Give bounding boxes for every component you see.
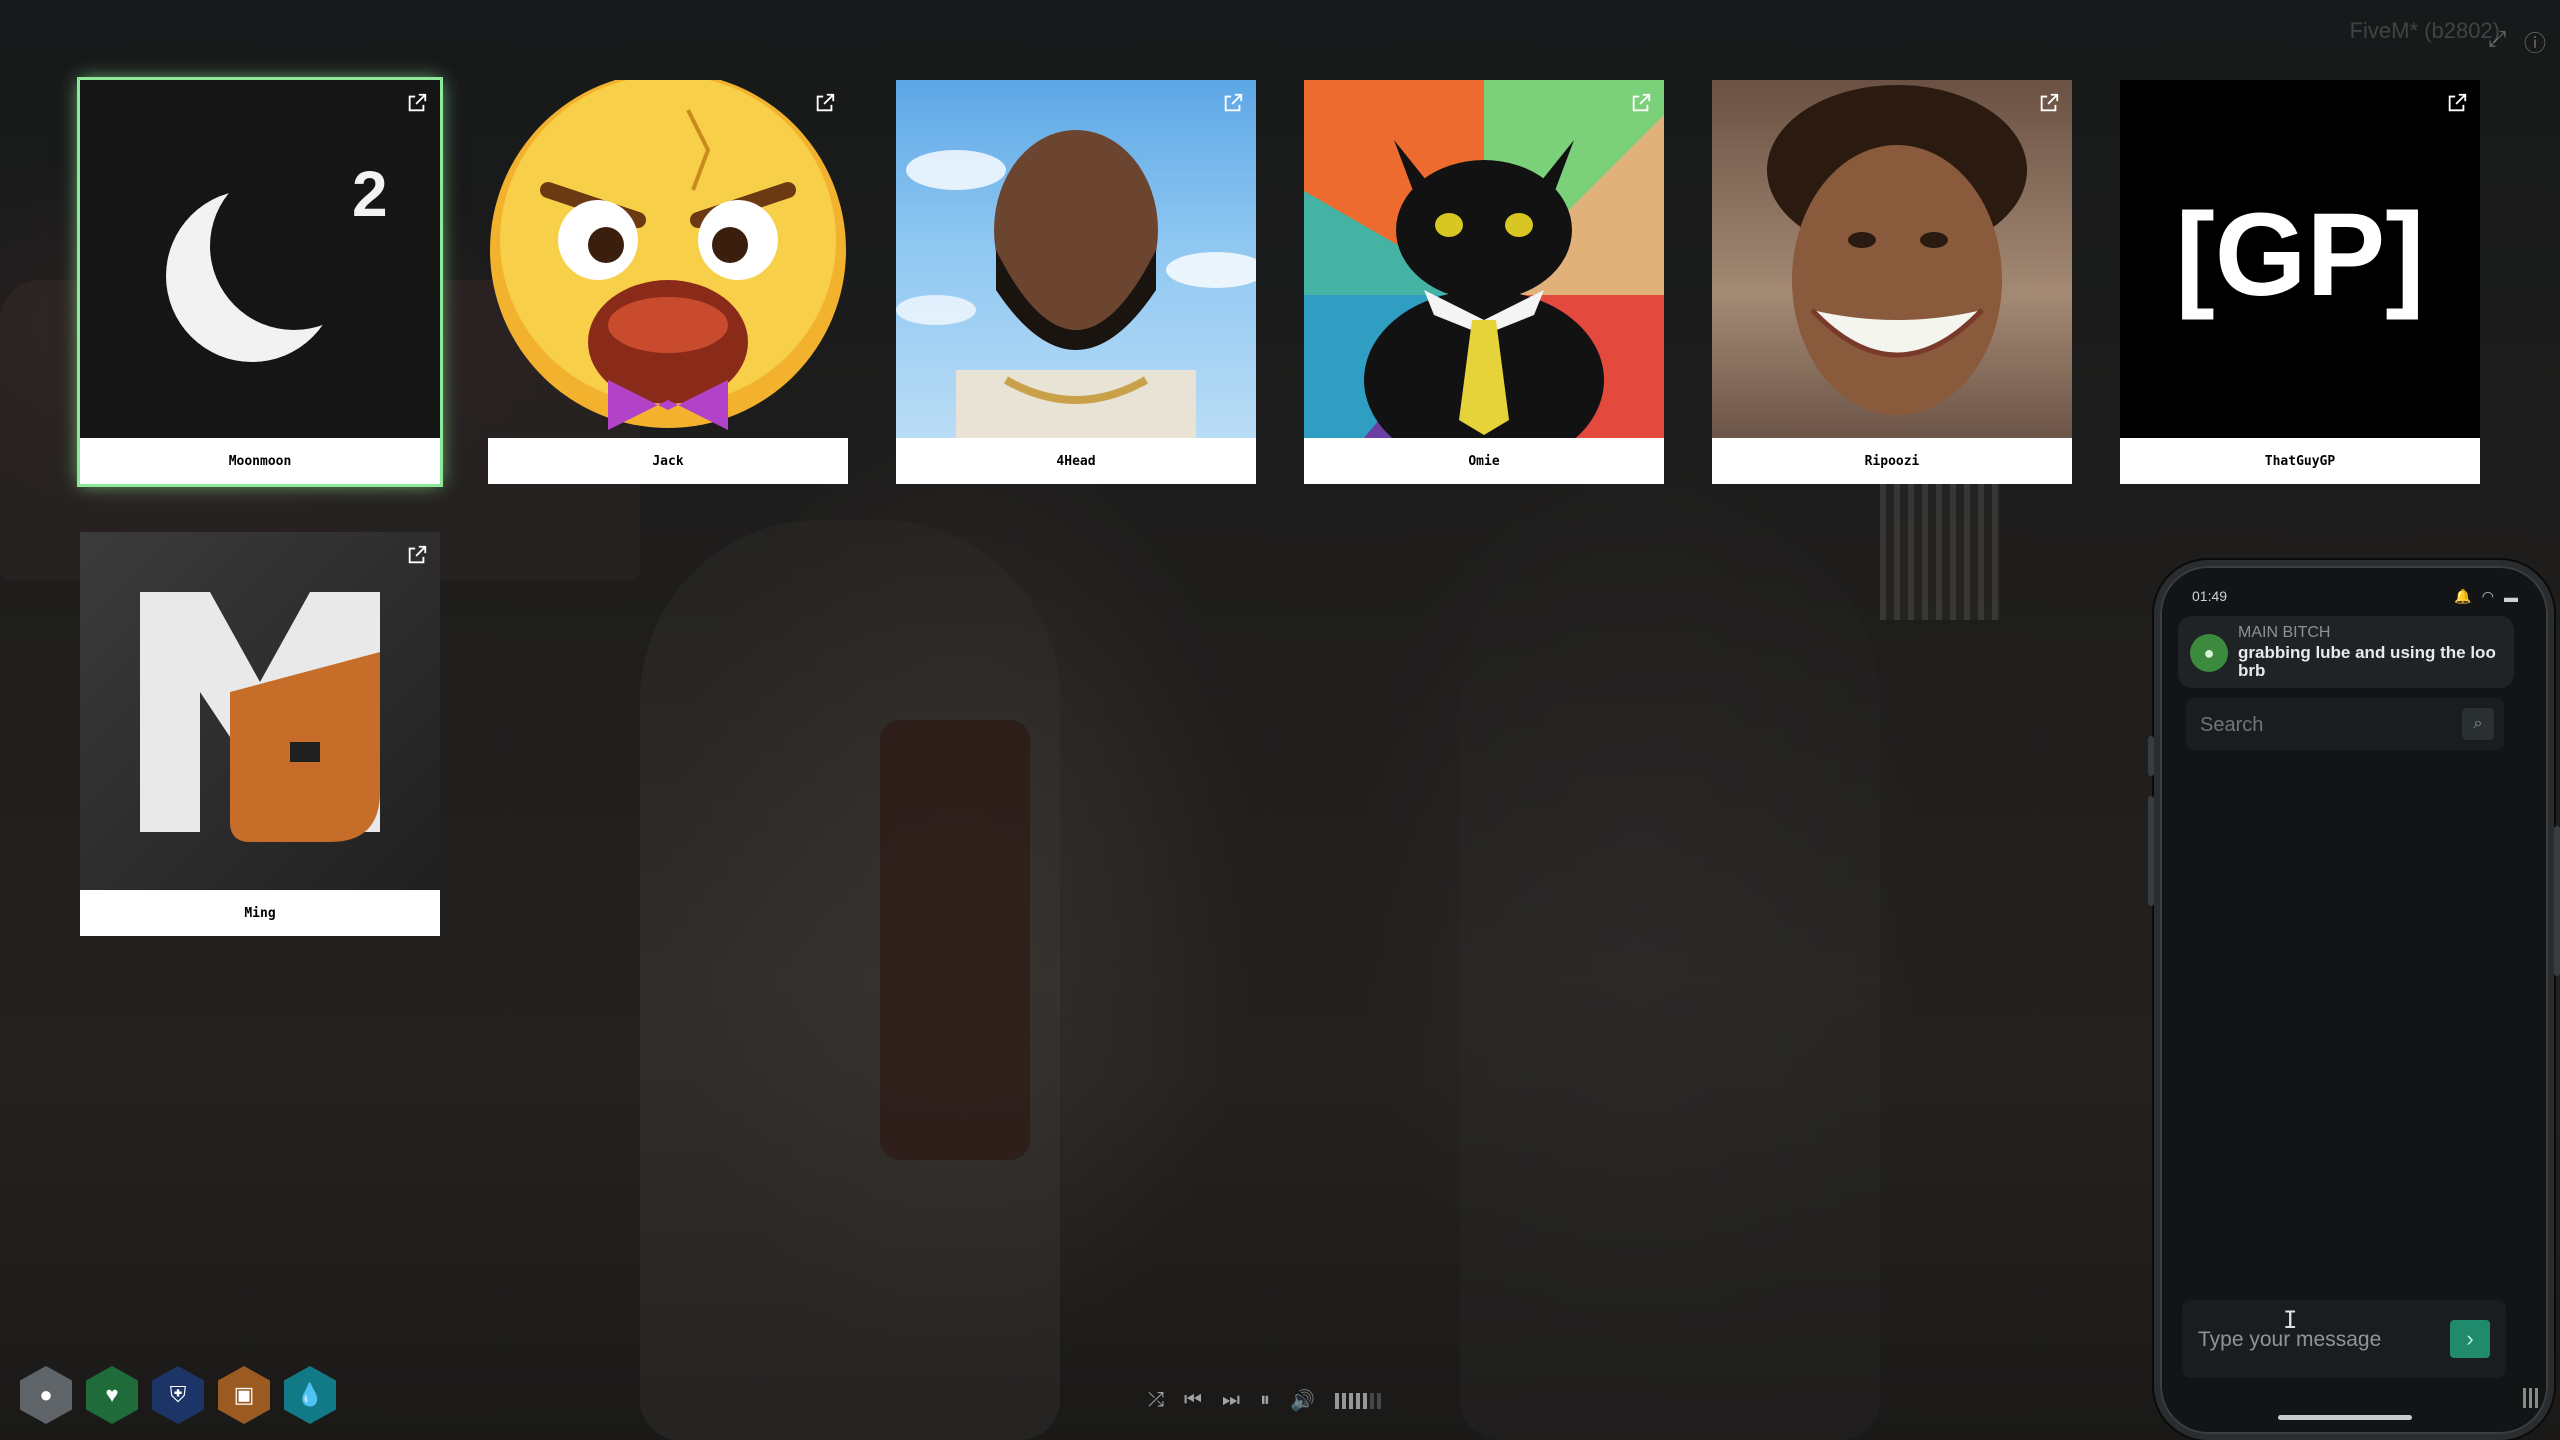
card-name: Jack [488,438,848,484]
status-hud: ● ♥ ⛨ ▣ 💧 [20,1366,336,1424]
message-notification[interactable]: ● MAIN BITCH grabbing lube and using the… [2178,616,2514,688]
streamer-card-thatguygp[interactable]: [GP] ThatGuyGP [2120,80,2480,484]
window-title: FiveM* (b2802) [2349,18,2500,43]
bell-icon: 🔔 [2454,588,2472,604]
expand-icon[interactable]: ⤢ [2488,26,2506,58]
pause-icon[interactable]: ⏸ [1260,1389,1270,1412]
background-character-vest [880,720,1030,1160]
external-link-icon[interactable] [814,92,836,114]
streamer-card-omie[interactable]: Omie [1304,80,1664,484]
streamer-card-ming[interactable]: Ming [80,532,440,936]
shuffle-icon[interactable]: ⤮ [1148,1389,1164,1412]
previous-track-icon[interactable]: ⏮ [1184,1389,1202,1412]
external-link-icon[interactable] [1630,92,1652,114]
volume-icon[interactable]: 🔊 [1290,1388,1315,1413]
message-composer: › [2182,1300,2506,1378]
signal-bars-icon [2523,1388,2538,1408]
angry-emoji-avatar [488,80,848,438]
next-track-icon[interactable]: ⏭ [1222,1389,1240,1412]
home-indicator[interactable] [2278,1415,2412,1420]
music-controls: ⤮ ⏮ ⏭ ⏸ 🔊 [1148,1388,1381,1413]
phone-side-button [2148,796,2154,906]
search-icon[interactable]: ⌕ [2462,708,2494,740]
send-button[interactable]: › [2450,1320,2490,1358]
chat-bubble-icon: ● [2190,634,2228,672]
business-cat-avatar [1304,80,1664,438]
external-link-icon[interactable] [1222,92,1244,114]
external-link-icon[interactable] [406,92,428,114]
gp-logo: [GP] [2120,80,2480,438]
moonmoon-logo: 2 [80,80,440,438]
card-name: 4Head [896,438,1256,484]
phone-side-button [2148,736,2154,776]
streamer-card-ripoozi[interactable]: Ripoozi [1712,80,2072,484]
phone-status-bar: 01:49 🔔 ◠ ▬ [2192,588,2518,605]
mj-logo [80,532,440,890]
external-link-icon[interactable] [2038,92,2060,114]
phone-time: 01:49 [2192,588,2228,604]
external-link-icon[interactable] [406,544,428,566]
gp-logo-text: [GP] [2175,189,2424,321]
inventory-box-icon: ▣ [218,1366,270,1424]
external-link-icon[interactable] [2446,92,2468,114]
battery-icon: ▬ [2504,588,2518,605]
wifi-icon: ◠ [2481,588,2494,604]
contact-search: ⌕ [2186,698,2504,750]
window-controls: ⤢ ⓘ [2488,26,2546,58]
microphone-icon: ● [20,1366,72,1424]
card-name: ThatGuyGP [2120,438,2480,484]
card-name: Ripoozi [1712,438,2072,484]
health-heart-icon: ♥ [86,1366,138,1424]
water-drop-icon: 💧 [284,1366,336,1424]
armor-shield-icon: ⛨ [152,1366,204,1424]
streamer-card-moonmoon[interactable]: 2 Moonmoon [80,80,440,484]
message-input[interactable] [2196,1320,2440,1360]
search-input[interactable] [2198,706,2442,744]
volume-bar[interactable] [1334,1392,1381,1409]
streamer-card-jack[interactable]: Jack [488,80,848,484]
background-character-right [1460,520,1880,1440]
text-cursor-icon: I [2283,1306,2298,1334]
notification-sender: MAIN BITCH [2238,624,2331,641]
moonmoon-superscript: 2 [352,158,388,230]
info-icon[interactable]: ⓘ [2524,26,2546,58]
card-name: Omie [1304,438,1664,484]
grinning-man-avatar [1712,80,2072,438]
card-name: Moonmoon [80,438,440,484]
background-gate [1880,480,2000,620]
notification-message: grabbing lube and using the loo brb [2238,643,2496,680]
card-name: Ming [80,890,440,936]
background-character-left [640,520,1060,1440]
streamer-card-4head[interactable]: 4Head [896,80,1256,484]
phone: 01:49 🔔 ◠ ▬ ● MAIN BITCH grabbing lube a… [2148,560,2560,1440]
phone-side-button [2554,826,2560,976]
bearded-man-avatar [896,80,1256,438]
